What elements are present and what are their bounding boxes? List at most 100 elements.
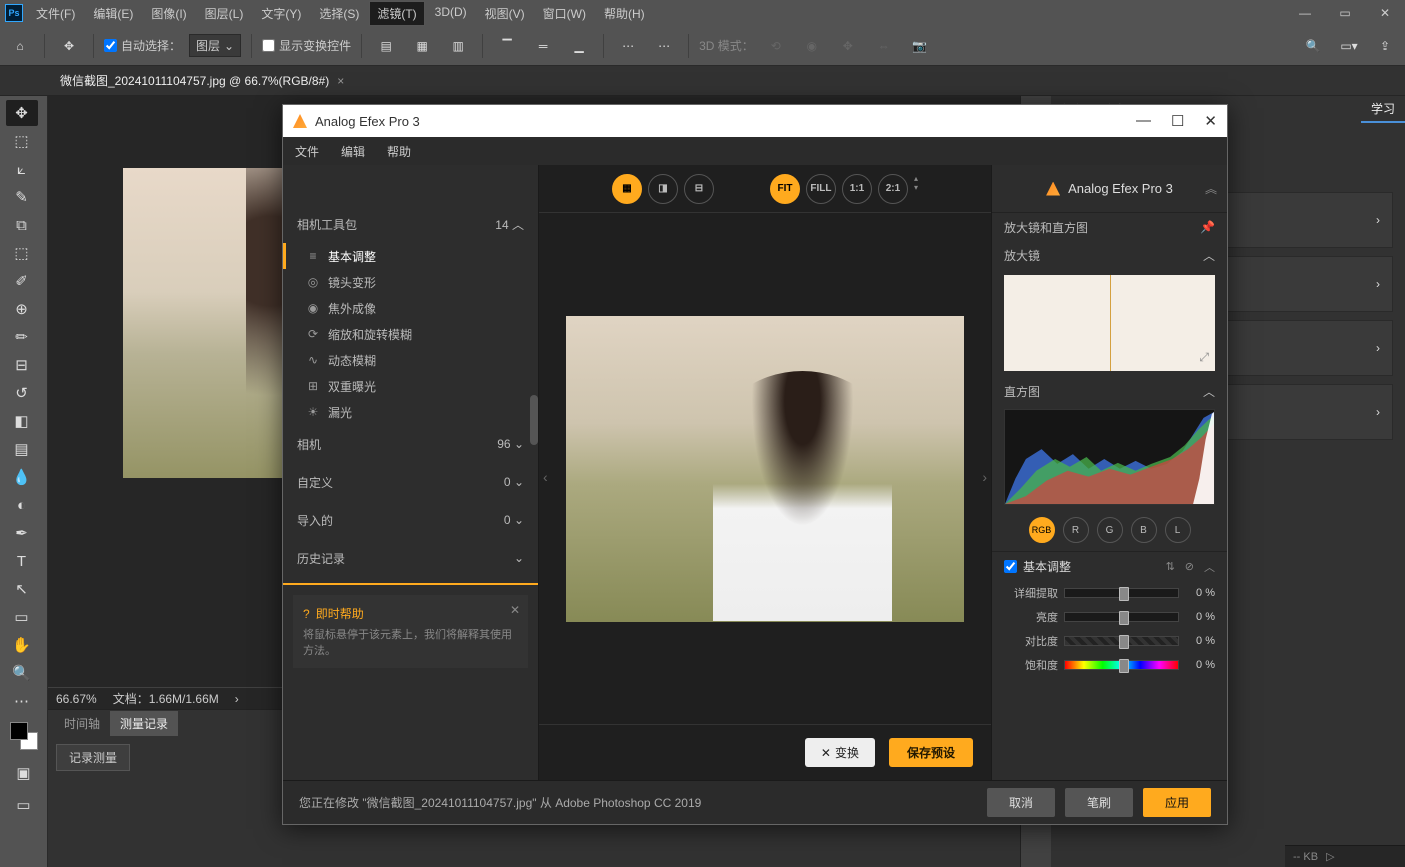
status-chevron-icon[interactable]: › [235, 692, 239, 706]
zoom-fit-button[interactable]: FIT [770, 174, 800, 204]
updown-icon[interactable]: ⇅ [1166, 560, 1175, 573]
screen-mode-icon[interactable]: ▭ [8, 792, 40, 818]
close-button[interactable]: ✕ [1365, 0, 1405, 26]
path-select-tool[interactable]: ↖ [6, 576, 38, 602]
align-hcenter-icon[interactable]: ▦ [408, 32, 436, 60]
zoom-fill-button[interactable]: FILL [806, 174, 836, 204]
bottom-tab-1[interactable]: 测量记录 [110, 711, 178, 736]
channel-l-button[interactable]: L [1165, 517, 1191, 543]
brush-tool[interactable]: ✏ [6, 324, 38, 350]
menu-4[interactable]: 文字(Y) [253, 1, 309, 26]
menu-6[interactable]: 滤镜(T) [369, 1, 424, 26]
type-tool[interactable]: T [6, 548, 38, 574]
camera-section-header[interactable]: 相机 96 ⌄ [283, 425, 538, 463]
clone-stamp-tool[interactable]: ⊟ [6, 352, 38, 378]
split-view-button[interactable]: ◨ [648, 174, 678, 204]
align-top-icon[interactable]: ▔ [493, 32, 521, 60]
plugin-menu-0[interactable]: 文件 [295, 143, 319, 160]
align-bottom-icon[interactable]: ▁ [565, 32, 593, 60]
more-icon[interactable]: ⋯ [650, 32, 678, 60]
slider-track[interactable] [1064, 588, 1179, 598]
zoom-2-1-button[interactable]: 2:1 [878, 174, 908, 204]
collapse-icon[interactable]: ︽ [1205, 180, 1217, 197]
home-icon[interactable]: ⌂ [6, 32, 34, 60]
lasso-tool[interactable]: ⟀ [6, 156, 38, 182]
loupe-header[interactable]: 放大镜 ︿ [992, 241, 1227, 269]
plugin-maximize-button[interactable]: ☐ [1171, 112, 1184, 130]
marquee-tool[interactable]: ⬚ [6, 128, 38, 154]
reset-icon[interactable]: ⊘ [1185, 560, 1194, 573]
channel-g-button[interactable]: G [1097, 517, 1123, 543]
distribute-icon[interactable]: ⋯ [614, 32, 642, 60]
histogram-header[interactable]: 直方图 ︿ [992, 377, 1227, 405]
menu-0[interactable]: 文件(F) [28, 1, 83, 26]
slider-knob[interactable] [1119, 611, 1129, 625]
blur-tool[interactable]: 💧 [6, 464, 38, 490]
move-tool[interactable]: ✥ [6, 100, 38, 126]
auto-select-input[interactable] [104, 39, 117, 52]
tool-item-4[interactable]: ∿动态模糊 [283, 347, 538, 373]
pin-icon[interactable]: 📌 [1200, 220, 1215, 234]
slider-knob[interactable] [1119, 659, 1129, 673]
edit-toolbar[interactable]: ⋯ [6, 688, 38, 714]
tool-item-3[interactable]: ⟳缩放和旋转模糊 [283, 321, 538, 347]
slider-track[interactable] [1064, 612, 1179, 622]
menu-1[interactable]: 编辑(E) [85, 1, 141, 26]
align-vcenter-icon[interactable]: ═ [529, 32, 557, 60]
brush-button[interactable]: 笔刷 [1065, 788, 1133, 817]
zoom-stepper[interactable]: ▴▾ [914, 174, 918, 204]
menu-3[interactable]: 图层(L) [197, 1, 252, 26]
apply-button[interactable]: 应用 [1143, 788, 1211, 817]
pen-tool[interactable]: ✒ [6, 520, 38, 546]
rectangle-tool[interactable]: ▭ [6, 604, 38, 630]
zoom-tool[interactable]: 🔍 [6, 660, 38, 686]
tool-item-2[interactable]: ◉焦外成像 [283, 295, 538, 321]
auto-select-checkbox[interactable]: 自动选择： [104, 37, 181, 54]
loupe-histogram-header[interactable]: 放大镜和直方图 📌 [992, 213, 1227, 241]
help-close-button[interactable]: ✕ [510, 603, 520, 617]
history-brush-tool[interactable]: ↺ [6, 380, 38, 406]
custom-section-header[interactable]: 自定义 0 ⌄ [283, 463, 538, 501]
basic-adjust-checkbox[interactable] [1004, 560, 1017, 573]
sync-icon[interactable]: ▷ [1326, 850, 1334, 863]
plugin-titlebar[interactable]: Analog Efex Pro 3 — ☐ ✕ [283, 105, 1227, 137]
tool-item-0[interactable]: ≡基本调整 [283, 243, 538, 269]
doc-size-readout[interactable]: 文档：1.66M/1.66M [113, 690, 219, 707]
crop-tool[interactable]: ⧉ [6, 212, 38, 238]
imported-section-header[interactable]: 导入的 0 ⌄ [283, 501, 538, 539]
single-view-button[interactable]: ▦ [612, 174, 642, 204]
side-view-button[interactable]: ⊟ [684, 174, 714, 204]
move-tool-icon[interactable]: ✥ [55, 32, 83, 60]
close-tab-icon[interactable]: × [337, 74, 344, 88]
fg-color-swatch[interactable] [10, 722, 28, 740]
menu-5[interactable]: 选择(S) [311, 1, 367, 26]
align-left-icon[interactable]: ▤ [372, 32, 400, 60]
tool-item-6[interactable]: ☀漏光 [283, 399, 538, 425]
plugin-menu-2[interactable]: 帮助 [387, 143, 411, 160]
show-transform-checkbox[interactable]: 显示变换控件 [262, 37, 351, 54]
quick-select-tool[interactable]: ✎ [6, 184, 38, 210]
history-section-header[interactable]: 历史记录 ⌄ [283, 539, 538, 577]
search-icon[interactable]: 🔍 [1299, 32, 1327, 60]
maximize-button[interactable]: ▭ [1325, 0, 1365, 26]
layer-dropdown[interactable]: 图层 ⌄ [189, 34, 241, 57]
basic-adjust-header[interactable]: 基本调整 ⇅ ⊘ ︿ [992, 551, 1227, 581]
move-loupe-icon[interactable]: ⤢ [1199, 350, 1209, 365]
hand-tool[interactable]: ✋ [6, 632, 38, 658]
dodge-tool[interactable]: ◐ [6, 492, 38, 518]
next-preset-button[interactable]: › [982, 469, 987, 485]
quick-mask-icon[interactable]: ▣ [8, 760, 40, 786]
menu-2[interactable]: 图像(I) [143, 1, 194, 26]
minimize-button[interactable]: — [1285, 0, 1325, 26]
preview-viewport[interactable]: ‹ › [539, 213, 991, 724]
tool-item-1[interactable]: ◎镜头变形 [283, 269, 538, 295]
tool-item-5[interactable]: ⊞双重曝光 [283, 373, 538, 399]
eyedropper-tool[interactable]: ✐ [6, 268, 38, 294]
share-icon[interactable]: ⇪ [1371, 32, 1399, 60]
slider-knob[interactable] [1119, 635, 1129, 649]
cancel-button[interactable]: 取消 [987, 788, 1055, 817]
menu-9[interactable]: 窗口(W) [535, 1, 594, 26]
tab-learn[interactable]: 学习 [1361, 96, 1405, 123]
plugin-close-button[interactable]: ✕ [1204, 112, 1217, 130]
record-measurement-button[interactable]: 记录测量 [56, 744, 130, 771]
